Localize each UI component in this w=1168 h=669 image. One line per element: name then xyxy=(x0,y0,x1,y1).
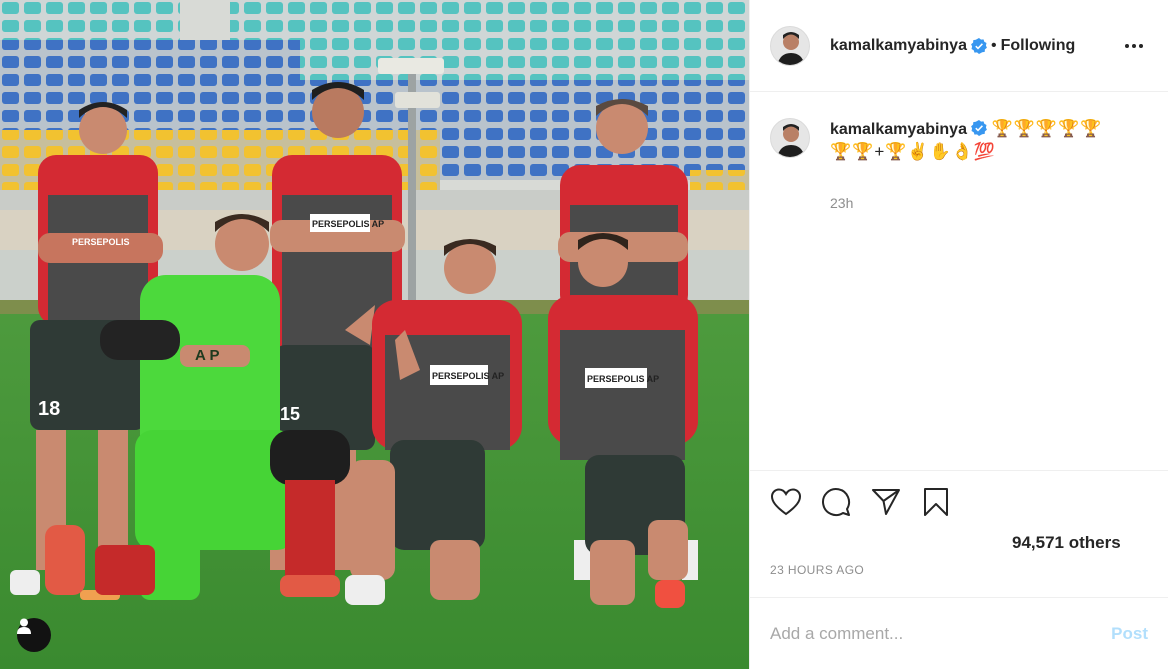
caption-avatar[interactable] xyxy=(770,118,810,158)
caption-username[interactable]: kamalkamyabinya xyxy=(830,121,967,138)
share-icon xyxy=(872,489,900,515)
action-bar xyxy=(750,471,1168,533)
share-button[interactable] xyxy=(870,486,902,518)
likes-count[interactable]: 94,571 others xyxy=(750,533,1168,563)
caption-body: kamalkamyabinya 🏆🏆🏆🏆🏆 🏆🏆+🏆✌️✋👌💯 23h xyxy=(830,118,1130,214)
svg-text:PERSEPOLIS: PERSEPOLIS xyxy=(72,237,130,247)
like-button[interactable] xyxy=(770,486,802,518)
post-viewer: PERSEPOLIS 18 PERSEPOLIS AP 15 A P PERSE… xyxy=(0,0,1168,669)
svg-text:PERSEPOLIS AP: PERSEPOLIS AP xyxy=(587,374,659,384)
comments-section: kamalkamyabinya 🏆🏆🏆🏆🏆 🏆🏆+🏆✌️✋👌💯 23h xyxy=(750,92,1168,471)
add-comment-bar: Post xyxy=(750,597,1168,669)
post-details-panel: kamalkamyabinya • Following kamalkamyabi… xyxy=(749,0,1168,669)
avatar-image xyxy=(771,119,809,157)
caption-row: kamalkamyabinya 🏆🏆🏆🏆🏆 🏆🏆+🏆✌️✋👌💯 23h xyxy=(770,118,1148,214)
avatar-image xyxy=(771,26,809,65)
svg-text:A P: A P xyxy=(195,347,219,364)
comment-input[interactable] xyxy=(770,623,1112,644)
team-photo-illustration: PERSEPOLIS 18 PERSEPOLIS AP 15 A P PERSE… xyxy=(0,0,749,669)
following-button[interactable]: Following xyxy=(1001,37,1076,55)
post-header: kamalkamyabinya • Following xyxy=(750,0,1168,92)
comment-button[interactable] xyxy=(820,486,852,518)
tagged-users-button[interactable] xyxy=(17,618,51,652)
bookmark-icon xyxy=(924,488,948,516)
caption-timestamp[interactable]: 23h xyxy=(830,192,1130,214)
user-icon xyxy=(17,618,31,634)
svg-text:18: 18 xyxy=(38,398,60,420)
more-options-button[interactable] xyxy=(1120,32,1148,60)
header-separator: • xyxy=(990,36,997,54)
verified-badge-icon xyxy=(971,120,987,136)
svg-text:PERSEPOLIS AP: PERSEPOLIS AP xyxy=(432,371,504,381)
comment-icon xyxy=(822,488,850,516)
post-timestamp[interactable]: 23 HOURS AGO xyxy=(750,563,1168,597)
avatar[interactable] xyxy=(770,25,810,66)
svg-text:15: 15 xyxy=(280,404,300,424)
heart-icon xyxy=(771,488,801,516)
header-username[interactable]: kamalkamyabinya xyxy=(830,37,967,55)
verified-badge-icon xyxy=(971,37,987,54)
save-button[interactable] xyxy=(920,486,952,518)
svg-text:PERSEPOLIS AP: PERSEPOLIS AP xyxy=(312,219,384,229)
post-comment-button[interactable]: Post xyxy=(1111,624,1148,644)
ellipsis-icon xyxy=(1125,43,1143,48)
post-photo[interactable]: PERSEPOLIS 18 PERSEPOLIS AP 15 A P PERSE… xyxy=(0,0,749,669)
